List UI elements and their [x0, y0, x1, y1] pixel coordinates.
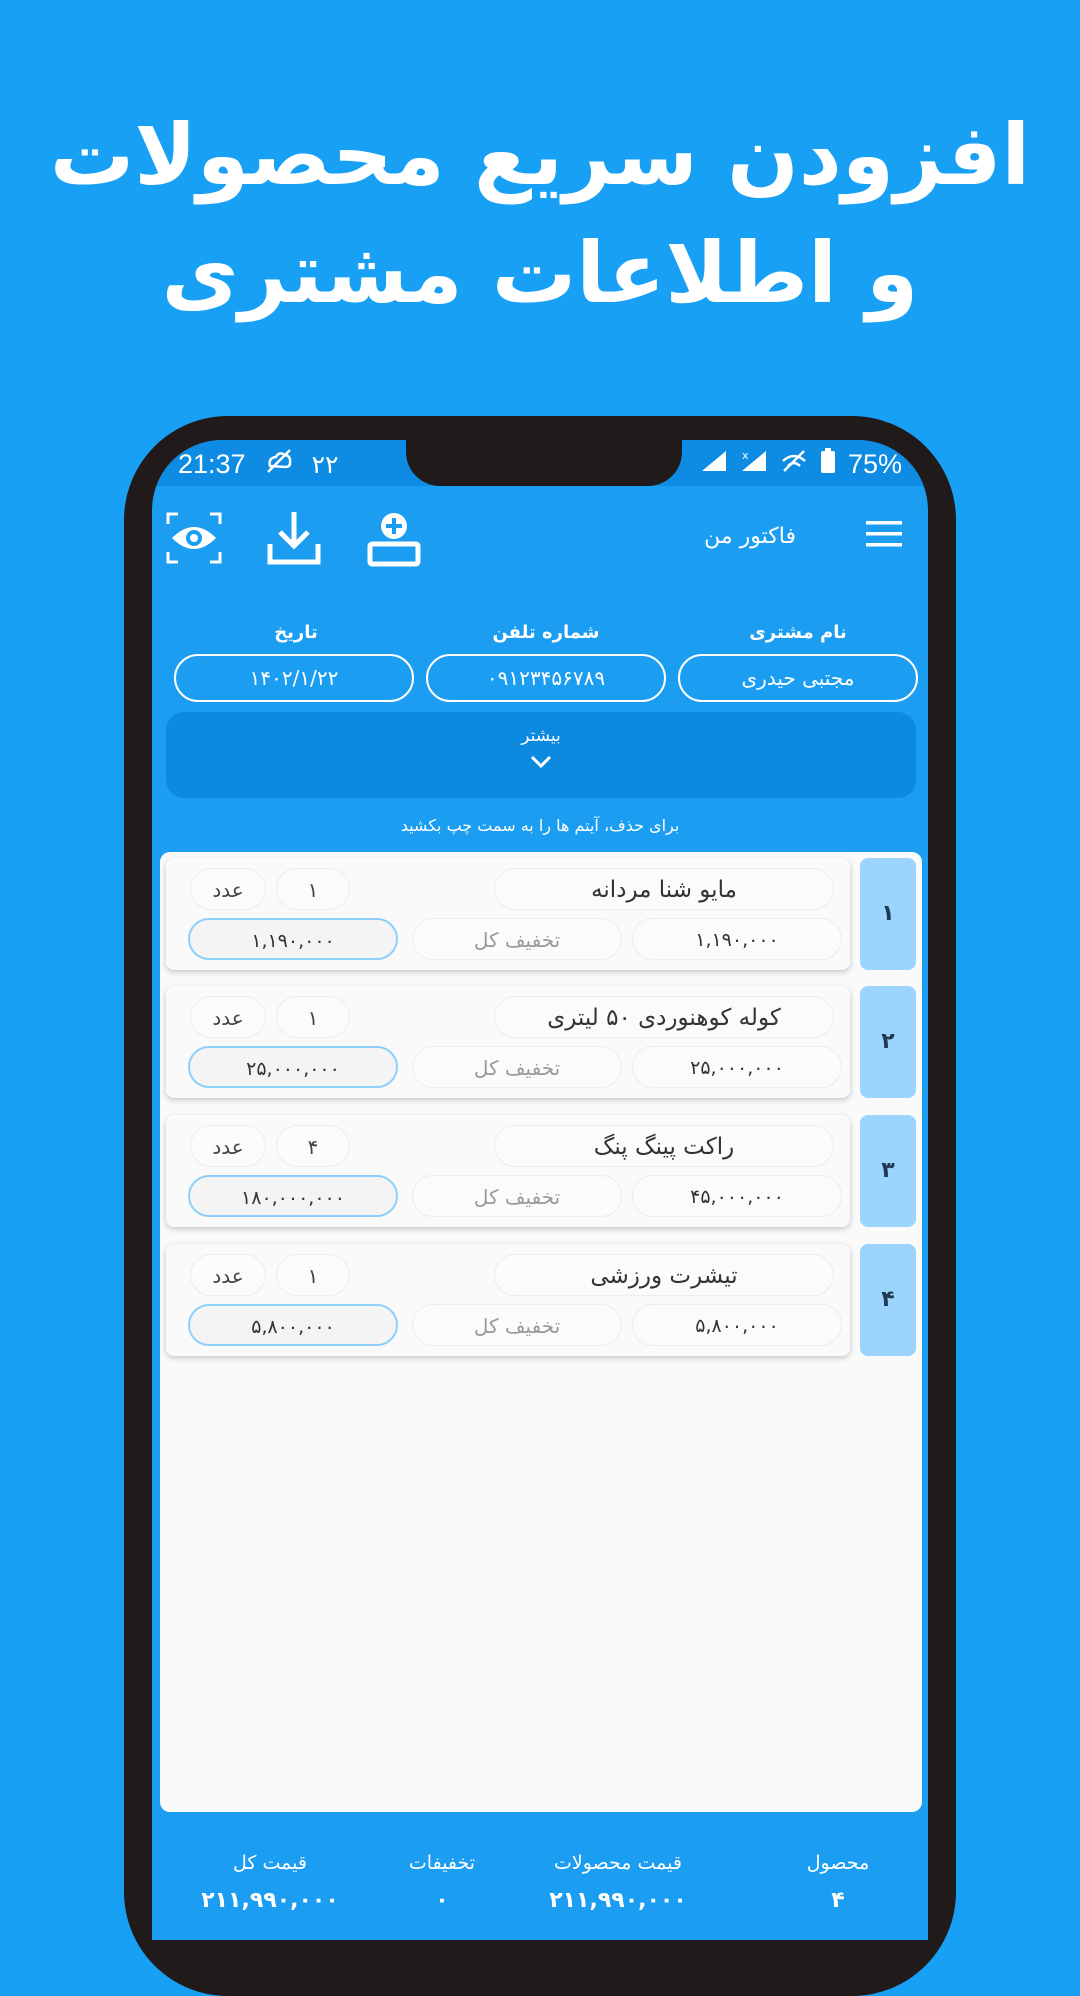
grand-total-value: ۲۱۱,۹۹۰,۰۰۰	[201, 1888, 339, 1913]
item-unit-field[interactable]: عدد	[190, 1254, 266, 1296]
date-label: تاریخ	[274, 622, 318, 643]
status-time: 21:37	[178, 448, 246, 479]
app-bar: فاکتور من	[152, 486, 928, 606]
item-price-field[interactable]: ۴۵,۰۰۰,۰۰۰	[632, 1175, 842, 1217]
add-person-icon[interactable]	[364, 508, 424, 568]
subtotal-label: قیمت محصولات	[554, 1852, 682, 1874]
item-name-field[interactable]: تیشرت ورزشی	[494, 1254, 834, 1296]
item-total-field[interactable]: ۲۵,۰۰۰,۰۰۰	[188, 1046, 398, 1088]
products-count-label: محصول	[806, 1852, 870, 1874]
item-discount-field[interactable]: تخفیف کل	[412, 918, 622, 960]
item-discount-field[interactable]: تخفیف کل	[412, 1304, 622, 1346]
promo-headline: افزودن سریع محصولات و اطلاعات مشتری	[0, 96, 1080, 332]
more-label: بیشتر	[521, 726, 561, 746]
item-index: ۱	[860, 858, 916, 970]
item-discount-field[interactable]: تخفیف کل	[412, 1175, 622, 1217]
headline-line-1: افزودن سریع محصولات	[49, 106, 1031, 204]
phone-field[interactable]: ۰۹۱۲۳۴۵۶۷۸۹	[426, 654, 666, 702]
battery-percent: 75%	[847, 448, 902, 479]
item-index: ۲	[860, 986, 916, 1098]
phone-label: شماره تلفن	[492, 622, 600, 643]
items-list: ۱ مایو شنا مردانه ۱ عدد ۱,۱۹۰,۰۰۰ تخفیف …	[160, 852, 922, 1812]
item-card: کوله کوهنوردی ۵۰ لیتری ۱ عدد ۲۵,۰۰۰,۰۰۰ …	[166, 986, 850, 1098]
list-item[interactable]: ۴ تیشرت ورزشی ۱ عدد ۵,۸۰۰,۰۰۰ تخفیف کل ۵…	[160, 1238, 922, 1356]
item-card: تیشرت ورزشی ۱ عدد ۵,۸۰۰,۰۰۰ تخفیف کل ۵,۸…	[166, 1244, 850, 1356]
headline-line-2: و اطلاعات مشتری	[161, 224, 919, 322]
item-unit-field[interactable]: عدد	[190, 1125, 266, 1167]
item-total-field[interactable]: ۱۸۰,۰۰۰,۰۰۰	[188, 1175, 398, 1217]
item-price-field[interactable]: ۱,۱۹۰,۰۰۰	[632, 918, 842, 960]
list-item[interactable]: ۳ راکت پینگ پنگ ۴ عدد ۴۵,۰۰۰,۰۰۰ تخفیف ک…	[160, 1109, 922, 1227]
item-unit-field[interactable]: عدد	[190, 868, 266, 910]
more-expander-button[interactable]: بیشتر	[166, 712, 916, 798]
preview-eye-icon[interactable]	[164, 508, 224, 568]
item-qty-field[interactable]: ۴	[276, 1125, 350, 1167]
date-field[interactable]: ۱۴۰۲/۱/۲۲	[174, 654, 414, 702]
status-temp: ۲۲	[311, 449, 339, 479]
weather-icon	[264, 448, 294, 480]
item-price-field[interactable]: ۲۵,۰۰۰,۰۰۰	[632, 1046, 842, 1088]
item-qty-field[interactable]: ۱	[276, 868, 350, 910]
discounts-value: ۰	[435, 1888, 449, 1913]
wifi-off-icon	[780, 449, 808, 479]
download-icon[interactable]	[264, 508, 324, 568]
item-card: مایو شنا مردانه ۱ عدد ۱,۱۹۰,۰۰۰ تخفیف کل…	[166, 858, 850, 970]
app-title: فاکتور من	[704, 524, 796, 549]
camera-notch	[406, 440, 682, 486]
customer-name-field[interactable]: مجتبی حیدری	[678, 654, 918, 702]
svg-text:x: x	[742, 449, 749, 462]
swipe-hint: برای حذف، آیتم ها را به سمت چپ بکشید	[400, 816, 680, 835]
subtotal-value: ۲۱۱,۹۹۰,۰۰۰	[549, 1888, 687, 1913]
customer-name-label: نام مشتری	[749, 622, 847, 643]
list-item[interactable]: ۱ مایو شنا مردانه ۱ عدد ۱,۱۹۰,۰۰۰ تخفیف …	[160, 852, 922, 970]
chevron-down-icon	[166, 754, 916, 774]
item-index: ۴	[860, 1244, 916, 1356]
item-name-field[interactable]: راکت پینگ پنگ	[494, 1125, 834, 1167]
item-total-field[interactable]: ۱,۱۹۰,۰۰۰	[188, 918, 398, 960]
item-index: ۳	[860, 1115, 916, 1227]
item-price-field[interactable]: ۵,۸۰۰,۰۰۰	[632, 1304, 842, 1346]
signal-no-data-icon: x	[740, 449, 768, 479]
item-unit-field[interactable]: عدد	[190, 996, 266, 1038]
item-name-field[interactable]: کوله کوهنوردی ۵۰ لیتری	[494, 996, 834, 1038]
item-name-field[interactable]: مایو شنا مردانه	[494, 868, 834, 910]
item-total-field[interactable]: ۵,۸۰۰,۰۰۰	[188, 1304, 398, 1346]
grand-total-label: قیمت کل	[233, 1852, 307, 1874]
item-card: راکت پینگ پنگ ۴ عدد ۴۵,۰۰۰,۰۰۰ تخفیف کل …	[166, 1115, 850, 1227]
discounts-label: تخفیفات	[408, 1852, 476, 1874]
battery-icon	[820, 448, 836, 480]
item-discount-field[interactable]: تخفیف کل	[412, 1046, 622, 1088]
list-item[interactable]: ۲ کوله کوهنوردی ۵۰ لیتری ۱ عدد ۲۵,۰۰۰,۰۰…	[160, 980, 922, 1098]
item-qty-field[interactable]: ۱	[276, 996, 350, 1038]
item-qty-field[interactable]: ۱	[276, 1254, 350, 1296]
app-screen: 21:37 ۲۲ x 75% فاکتور من نام مشتری شماره…	[152, 440, 928, 1940]
menu-icon[interactable]	[864, 514, 904, 554]
products-count-value: ۴	[831, 1888, 845, 1913]
signal-icon	[700, 449, 728, 479]
